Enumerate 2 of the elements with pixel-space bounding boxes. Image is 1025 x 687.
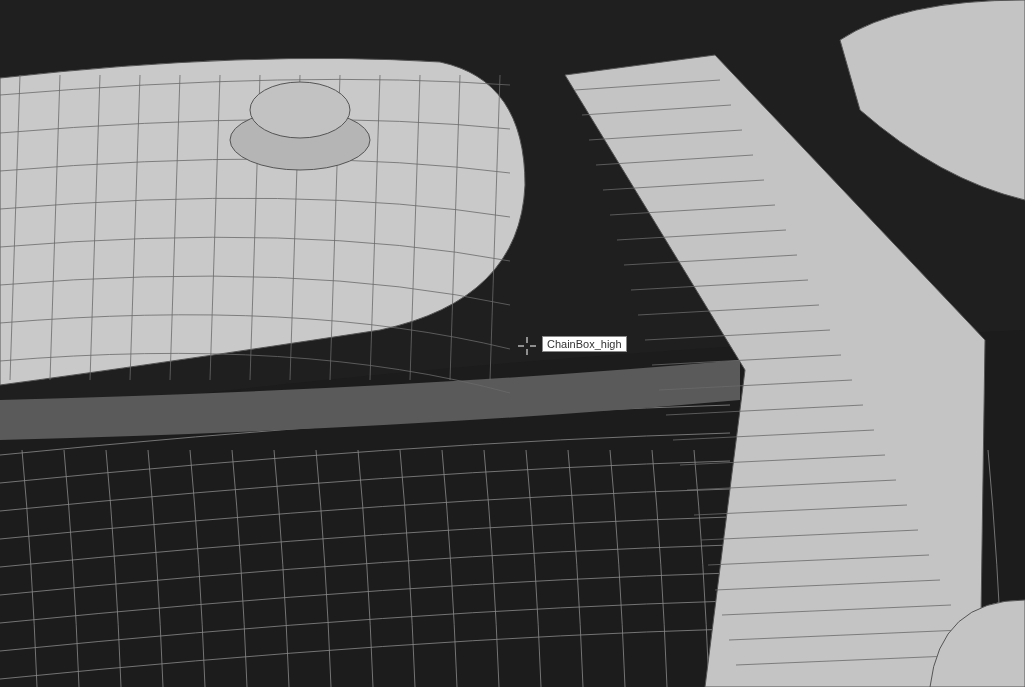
object-name-tooltip: ChainBox_high: [542, 336, 627, 352]
crosshair-cursor-icon: [518, 337, 536, 355]
